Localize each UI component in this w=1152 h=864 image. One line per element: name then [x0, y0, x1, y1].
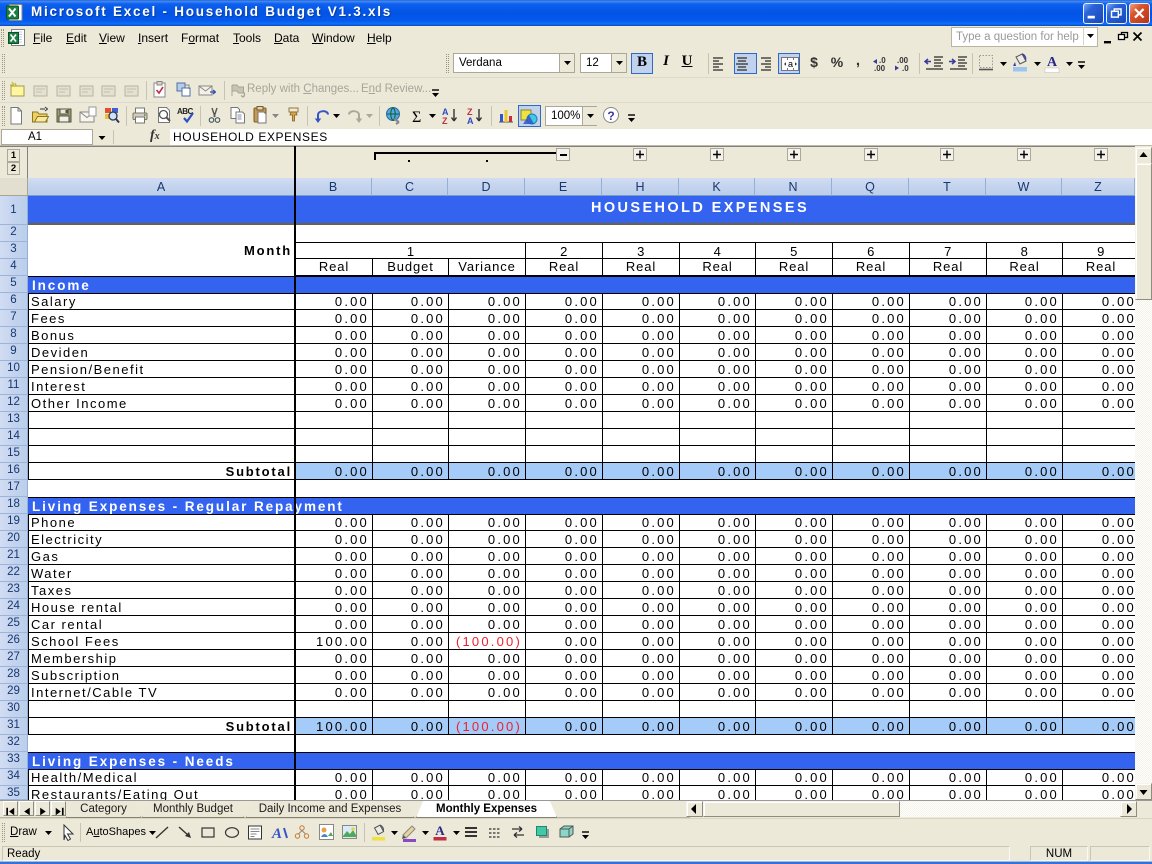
svg-text:A: A: [467, 116, 474, 126]
svg-text:A: A: [271, 826, 282, 841]
svg-text:?: ?: [607, 109, 614, 123]
svg-text:Σ: Σ: [412, 109, 421, 126]
svg-text:A: A: [435, 823, 445, 838]
svg-text:.0: .0: [902, 64, 909, 73]
svg-text:Z: Z: [442, 116, 448, 126]
svg-text:.00: .00: [874, 64, 886, 73]
svg-text:a: a: [788, 59, 793, 69]
